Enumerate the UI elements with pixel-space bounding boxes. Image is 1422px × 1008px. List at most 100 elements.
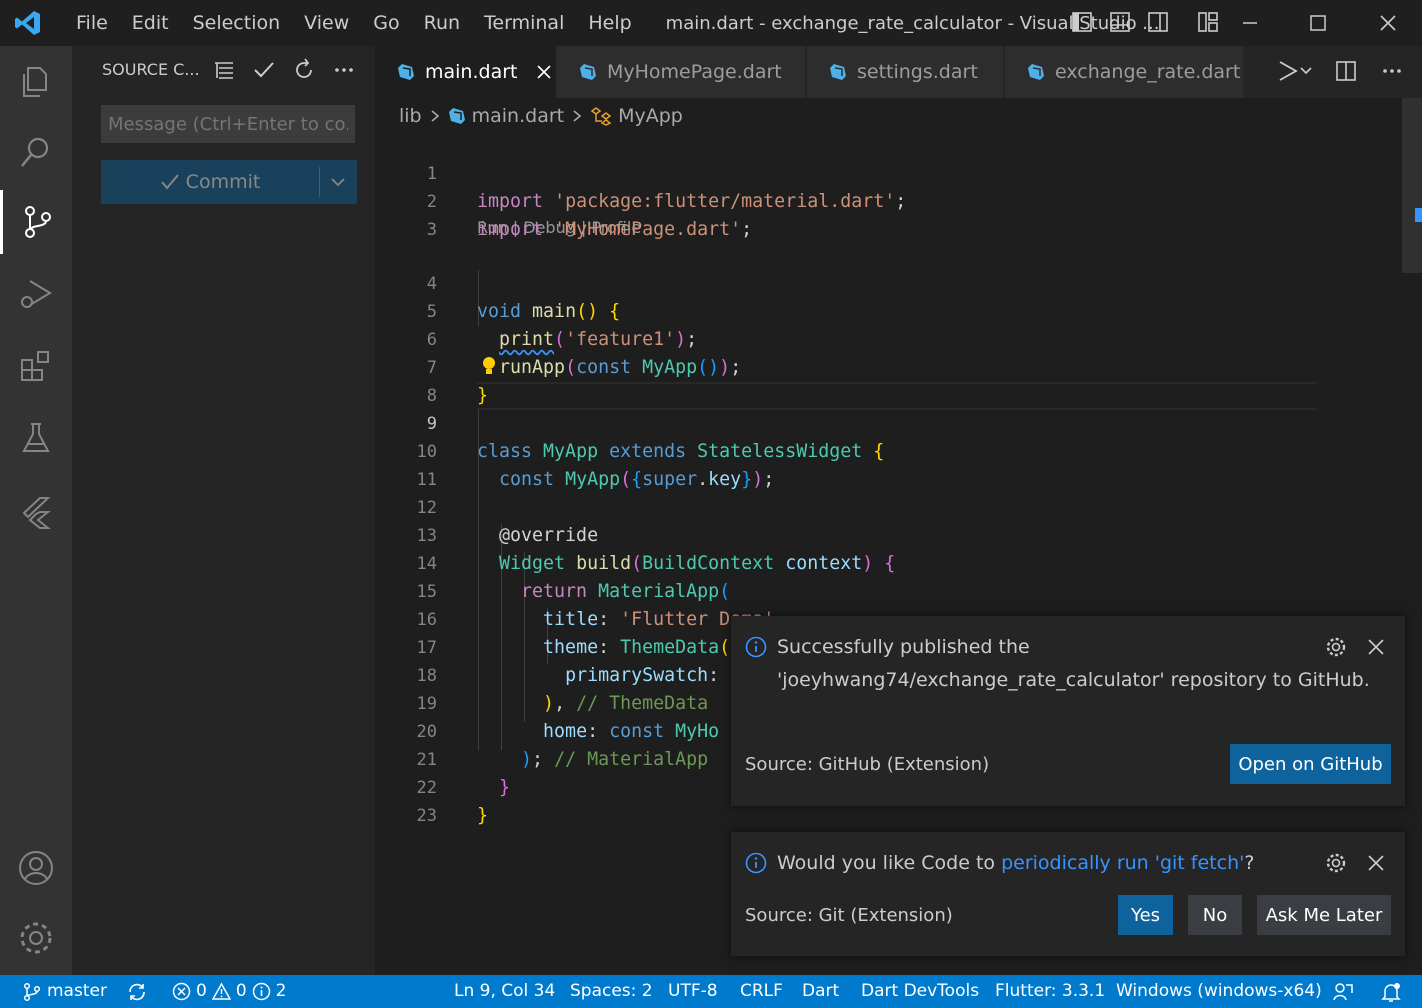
tab-exchange-rate-dart[interactable]: exchange_rate.dart xyxy=(1005,46,1243,98)
notifications-button[interactable] xyxy=(1380,975,1402,1008)
encoding-status[interactable]: UTF-8 xyxy=(668,975,718,1008)
toggle-sidebar-icon[interactable] xyxy=(1070,10,1094,34)
commit-button[interactable]: Commit xyxy=(101,160,357,204)
toggle-secondary-sidebar-icon[interactable] xyxy=(1146,10,1170,34)
sync-button[interactable] xyxy=(126,975,148,1008)
eol-status[interactable]: CRLF xyxy=(740,975,783,1008)
code-line: 21 } xyxy=(416,750,511,798)
breadcrumb: lib main.dart MyApp xyxy=(399,102,683,130)
indentation-status[interactable]: Spaces: 2 xyxy=(570,975,653,1008)
commit-message-input[interactable] xyxy=(101,105,355,143)
manage-button[interactable] xyxy=(0,906,72,970)
tab-label: MyHomePage.dart xyxy=(607,61,782,83)
error-icon xyxy=(172,982,191,1001)
menu-file[interactable]: File xyxy=(64,0,120,46)
breadcrumb-folder[interactable]: lib xyxy=(399,105,422,127)
notification-source: Source: Git (Extension) xyxy=(745,905,953,926)
chevron-right-icon xyxy=(431,110,439,122)
extensions-icon xyxy=(21,351,49,381)
dart-file-icon xyxy=(398,64,414,80)
code-line: 14 return MaterialApp( xyxy=(416,554,731,602)
source-control-icon xyxy=(24,206,51,238)
dart-devtools-status[interactable]: Dart DevTools xyxy=(861,975,979,1008)
menu-terminal[interactable]: Terminal xyxy=(472,0,576,46)
breadcrumb-symbol[interactable]: MyApp xyxy=(618,105,683,127)
menu-selection[interactable]: Selection xyxy=(181,0,293,46)
device-status[interactable]: Windows (windows-x64) xyxy=(1116,975,1322,1008)
breadcrumb-file[interactable]: main.dart xyxy=(472,105,564,127)
ask-me-later-button[interactable]: Ask Me Later xyxy=(1257,895,1391,935)
git-fetch-link[interactable]: periodically run 'git fetch' xyxy=(1001,852,1244,874)
branch-status[interactable]: master xyxy=(22,975,107,1008)
minimap[interactable] xyxy=(1402,98,1422,273)
more-actions-icon[interactable] xyxy=(332,58,356,82)
yes-button[interactable]: Yes xyxy=(1118,895,1173,935)
notification-message: Successfully published the xyxy=(777,636,1030,658)
tab-main-dart[interactable]: main.dart xyxy=(375,46,555,98)
split-editor-icon[interactable] xyxy=(1334,59,1358,83)
menu-edit[interactable]: Edit xyxy=(120,0,181,46)
close-icon[interactable] xyxy=(1367,638,1385,656)
code-line: 10 const MyApp({super.key}); xyxy=(416,442,775,490)
code-line: 11 xyxy=(416,470,437,490)
flutter-button[interactable] xyxy=(0,480,72,544)
run-debug-button[interactable] xyxy=(0,262,72,326)
no-button[interactable]: No xyxy=(1188,895,1242,935)
gear-icon[interactable] xyxy=(1325,636,1347,658)
chevron-right-icon xyxy=(573,110,582,122)
info-icon xyxy=(745,852,767,874)
dart-file-icon xyxy=(1028,64,1044,80)
flutter-version-status[interactable]: Flutter: 3.3.1 xyxy=(995,975,1105,1008)
testing-button[interactable] xyxy=(0,406,72,470)
toggle-panel-icon[interactable] xyxy=(1108,10,1132,34)
minimize-button[interactable] xyxy=(1216,0,1284,46)
explorer-button[interactable] xyxy=(0,50,72,114)
cursor-position[interactable]: Ln 9, Col 34 xyxy=(454,975,555,1008)
gear-icon xyxy=(20,922,52,954)
scrollbar-marker xyxy=(1415,208,1422,222)
menu-help[interactable]: Help xyxy=(576,0,643,46)
sidebar-title: SOURCE C... xyxy=(102,60,200,79)
problems-status[interactable]: 0 0 2 xyxy=(172,975,286,1008)
git-fetch-notification: Would you like Code to periodically run … xyxy=(731,832,1405,956)
live-share-button[interactable] xyxy=(1332,975,1354,1008)
git-branch-icon xyxy=(23,982,41,1001)
tab-label: exchange_rate.dart xyxy=(1055,61,1241,83)
open-on-github-button[interactable]: Open on GitHub xyxy=(1230,744,1391,784)
source-control-button[interactable] xyxy=(0,190,72,254)
code-line: 6 runApp(const MyApp()); xyxy=(426,330,742,378)
run-debug-dropdown-icon[interactable] xyxy=(1272,58,1312,84)
refresh-icon[interactable] xyxy=(292,58,316,82)
menu-view[interactable]: View xyxy=(292,0,361,46)
code-line: 2 import 'MyHomePage.dart'; xyxy=(426,192,753,240)
commit-check-icon[interactable] xyxy=(252,58,276,82)
notification-message: Would you like Code to periodically run … xyxy=(777,852,1255,874)
editor-tabs: main.dart MyHomePage.dart settings.dart … xyxy=(375,46,1422,98)
extensions-button[interactable] xyxy=(0,334,72,398)
view-as-tree-icon[interactable] xyxy=(212,58,236,82)
search-button[interactable] xyxy=(0,120,72,184)
dart-file-icon xyxy=(830,64,846,80)
menu-run[interactable]: Run xyxy=(412,0,472,46)
language-mode[interactable]: Dart xyxy=(802,975,839,1008)
tab-myhomepage-dart[interactable]: MyHomePage.dart xyxy=(557,46,805,98)
files-icon xyxy=(23,67,47,97)
gear-icon[interactable] xyxy=(1325,852,1347,874)
maximize-button[interactable] xyxy=(1284,0,1352,46)
commit-label: Commit xyxy=(185,171,261,193)
check-icon xyxy=(160,174,179,190)
accounts-button[interactable] xyxy=(0,836,72,900)
title-bar: File Edit Selection View Go Run Terminal… xyxy=(0,0,1422,46)
code-line: 20 ); // MaterialApp xyxy=(416,722,709,770)
close-icon[interactable] xyxy=(1367,854,1385,872)
close-window-button[interactable] xyxy=(1354,0,1422,46)
tab-settings-dart[interactable]: settings.dart xyxy=(807,46,1003,98)
code-line: 13 Widget build(BuildContext context) { xyxy=(416,526,896,574)
commit-dropdown[interactable] xyxy=(320,173,356,191)
close-tab-icon[interactable] xyxy=(535,63,553,81)
more-actions-icon[interactable] xyxy=(1380,59,1404,83)
menu-go[interactable]: Go xyxy=(361,0,411,46)
info-icon xyxy=(745,636,767,658)
flask-icon xyxy=(22,423,50,452)
bell-icon xyxy=(1381,982,1401,1002)
